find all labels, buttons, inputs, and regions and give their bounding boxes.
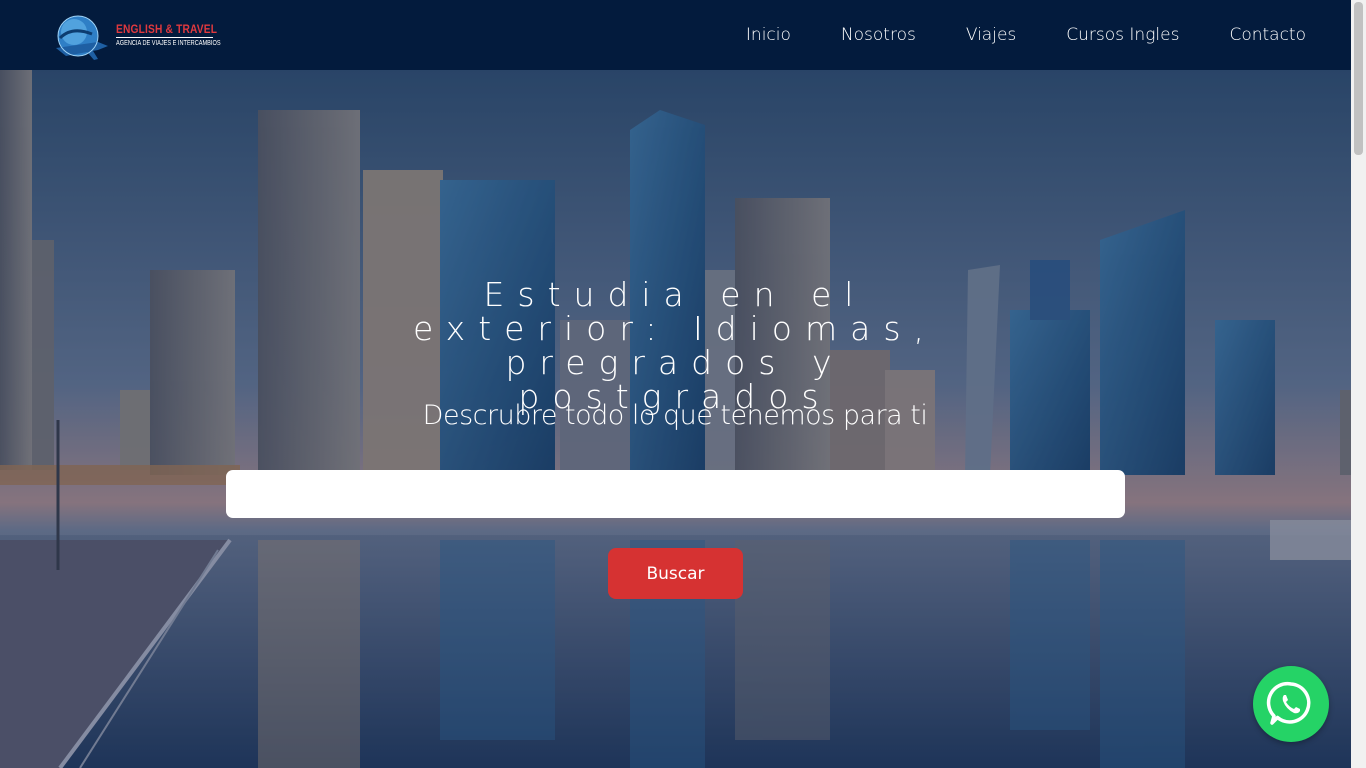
hero-section: Estudia en el exterior: Idiomas, pregrad…: [0, 70, 1351, 768]
search-button[interactable]: Buscar: [608, 548, 743, 599]
site-header: ENGLISH & TRAVEL AGENCIA DE VIAJES E INT…: [0, 0, 1351, 70]
hero-subtitle: Descrubre todo lo que tenemos para ti: [422, 400, 928, 431]
whatsapp-button[interactable]: [1253, 666, 1329, 742]
page-scrollbar[interactable]: [1351, 0, 1366, 768]
globe-plane-icon: [56, 15, 108, 60]
nav-viajes[interactable]: Viajes: [966, 25, 1016, 45]
nav-nosotros[interactable]: Nosotros: [841, 25, 916, 45]
whatsapp-icon: [1266, 681, 1311, 725]
nav-cursos-ingles[interactable]: Cursos Ingles: [1066, 25, 1179, 45]
hero-title: Estudia en el exterior: Idiomas, pregrad…: [412, 275, 938, 416]
scrollbar-thumb[interactable]: [1354, 2, 1363, 155]
nav-inicio[interactable]: Inicio: [746, 25, 791, 45]
brand-name: ENGLISH & TRAVEL: [116, 22, 218, 36]
brand-divider: [116, 37, 213, 38]
search-input[interactable]: [226, 470, 1125, 518]
nav-contacto[interactable]: Contacto: [1229, 25, 1306, 45]
brand-logo[interactable]: ENGLISH & TRAVEL AGENCIA DE VIAJES E INT…: [52, 12, 232, 68]
brand-tagline: AGENCIA DE VIAJES E INTERCAMBIOS: [116, 40, 221, 47]
main-nav: Inicio Nosotros Viajes Cursos Ingles Con…: [746, 0, 1306, 70]
